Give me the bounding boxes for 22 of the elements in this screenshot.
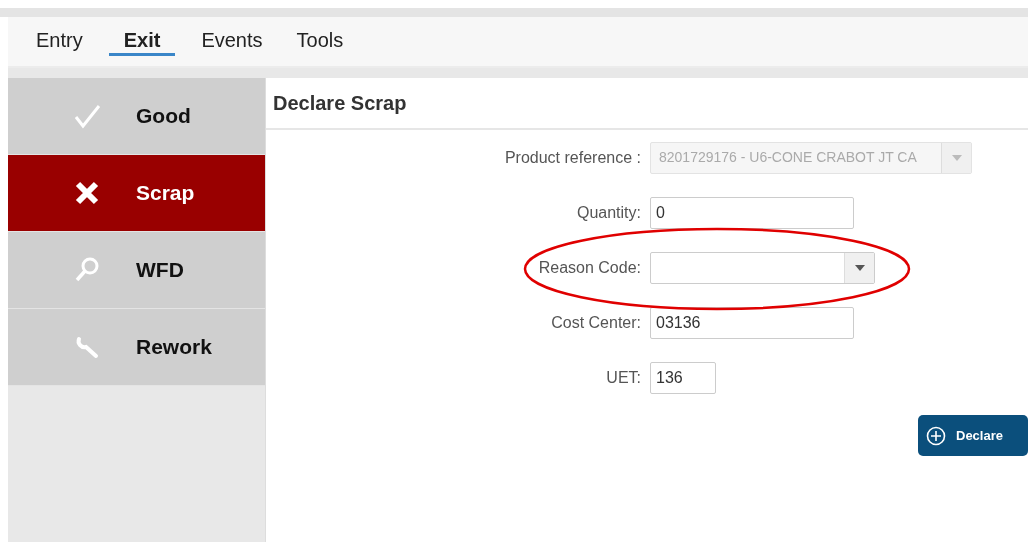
sidebar-item[interactable]: WFD <box>8 232 265 309</box>
field-label: Reason Code: <box>537 257 642 278</box>
sidebar-item[interactable]: Scrap <box>8 155 265 232</box>
input-field[interactable]: 136 <box>650 361 716 394</box>
menu-tab[interactable]: Exit <box>108 27 176 56</box>
menu-tab[interactable]: Tools <box>288 27 352 56</box>
dropdown-field[interactable] <box>650 251 875 284</box>
sidebar-item[interactable]: Rework <box>8 309 265 386</box>
menu-tab[interactable]: Entry <box>28 27 91 56</box>
field-label: Cost Center: <box>550 312 642 333</box>
input-field[interactable]: 0 <box>650 196 854 229</box>
caret-icon <box>951 154 962 161</box>
field-label: UET: <box>605 367 642 388</box>
caret-icon <box>854 264 865 271</box>
add-icon <box>926 425 946 446</box>
sidebar-item[interactable]: Good <box>8 78 265 155</box>
field-label: Quantity: <box>575 202 642 223</box>
panel-title: Declare Scrap <box>266 78 1028 130</box>
declare-button[interactable]: Declare <box>918 415 1028 456</box>
field-label: Product reference : <box>503 147 642 168</box>
menu-tab[interactable]: Events <box>193 27 271 56</box>
input-field[interactable]: 03136 <box>650 306 854 339</box>
